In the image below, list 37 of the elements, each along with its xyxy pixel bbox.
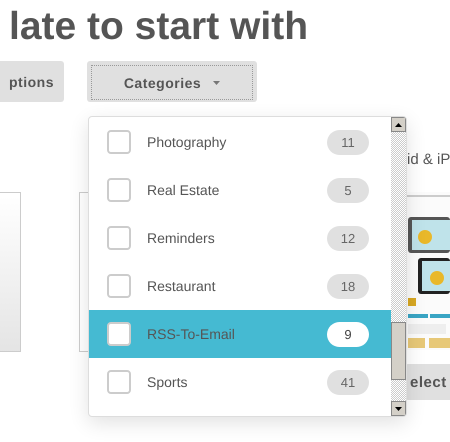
scroll-thumb[interactable] — [391, 322, 406, 380]
checkbox[interactable] — [107, 274, 131, 298]
category-item[interactable]: Real Estate 5 — [89, 166, 391, 214]
count-badge: 11 — [327, 130, 369, 154]
categories-button[interactable]: Categories — [87, 61, 257, 102]
count-badge: 12 — [327, 226, 369, 250]
checkbox[interactable] — [107, 322, 131, 346]
category-label: Reminders — [147, 230, 216, 246]
category-item[interactable]: Restaurant 18 — [89, 262, 391, 310]
up-arrow-icon — [395, 122, 402, 126]
category-item[interactable]: RSS-To-Email 9 — [89, 310, 391, 358]
count-badge: 41 — [327, 370, 369, 394]
caret-icon — [213, 80, 220, 84]
scroll-up-button[interactable] — [391, 117, 406, 132]
category-item[interactable]: Sports 41 — [89, 358, 391, 406]
count-badge: 5 — [327, 178, 369, 202]
category-item[interactable]: Photography 11 — [89, 118, 391, 166]
down-arrow-icon — [395, 406, 402, 410]
checkbox[interactable] — [107, 370, 131, 394]
count-badge: 9 — [327, 322, 369, 346]
category-label: Real Estate — [147, 182, 220, 198]
checkbox[interactable] — [107, 226, 131, 250]
scrollbar[interactable] — [391, 117, 406, 416]
scroll-down-button[interactable] — [391, 401, 406, 416]
count-badge: 18 — [327, 274, 369, 298]
checkbox[interactable] — [107, 130, 131, 154]
category-label: Sports — [147, 374, 188, 390]
category-label: Restaurant — [147, 278, 216, 294]
select-button[interactable]: elect — [405, 364, 450, 400]
category-item[interactable]: Reminders 12 — [89, 214, 391, 262]
category-label: RSS-To-Email — [147, 326, 236, 342]
template-card[interactable] — [0, 192, 21, 352]
template-title: id & iP — [406, 150, 450, 170]
page-heading: late to start with — [9, 4, 310, 50]
category-label: Photography — [147, 134, 228, 150]
options-button[interactable]: ptions — [0, 61, 64, 102]
checkbox[interactable] — [107, 178, 131, 202]
